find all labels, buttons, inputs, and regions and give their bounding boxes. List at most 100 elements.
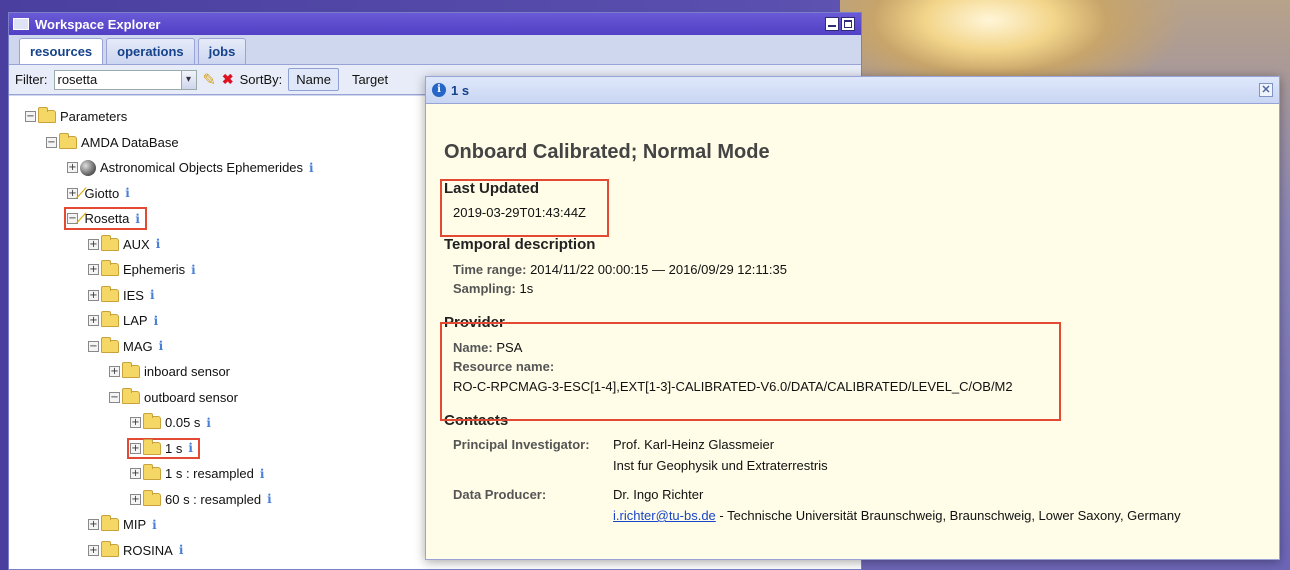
tree-node-label: inboard sensor [144,364,230,380]
tab-jobs[interactable]: jobs [197,38,247,64]
expand-toggle-icon[interactable]: + [88,264,99,276]
info-icon[interactable]: i [154,314,159,328]
folder-icon [101,540,119,557]
close-button[interactable]: ✕ [1259,83,1273,97]
info-icon[interactable]: i [206,416,211,430]
filter-input[interactable]: rosetta [53,69,182,90]
clear-filter-icon[interactable]: ✖ [222,71,234,88]
folder-icon [122,387,140,404]
explorer-titlebar[interactable]: Workspace Explorer [9,13,861,35]
edit-filter-icon[interactable]: ✎ [203,70,216,90]
pi-label: Principal Investigator: [453,437,590,452]
sort-name-button[interactable]: Name [288,68,339,91]
tree-node-label: IES [123,287,144,303]
dp-email-link[interactable]: i.richter@tu-bs.de [613,508,716,523]
info-icon[interactable]: i [159,339,164,353]
expand-toggle-icon[interactable]: + [130,417,141,429]
info-icon[interactable]: i [156,237,161,251]
sampling-label: Sampling: [453,281,516,296]
tree-node-label: Giotto [84,185,120,201]
globe-icon [80,159,96,176]
expand-toggle-icon[interactable]: + [130,442,141,454]
folder-icon [143,464,161,481]
expand-toggle-icon[interactable]: − [67,213,78,225]
tree-node-label: MAG [123,338,153,354]
tab-resources[interactable]: resources [19,38,104,64]
info-icon[interactable]: i [150,288,155,302]
tree-node-label: AMDA DataBase [81,134,179,150]
sortby-label: SortBy: [239,72,283,87]
tree-node-label: Astronomical Objects Ephemerides [100,160,304,176]
temporal-section: Temporal description Time range: 2014/11… [444,236,1263,296]
info-icon[interactable]: i [191,263,196,277]
highlight-box-provider [440,322,1061,421]
sampling-value: 1s [519,281,534,296]
info-icon[interactable]: i [188,441,193,455]
folder-icon [143,489,161,506]
explorer-title: Workspace Explorer [35,16,161,32]
expand-toggle-icon[interactable]: − [109,391,120,403]
time-range-label: Time range: [453,262,527,277]
folder-icon [143,438,161,455]
info-icon[interactable]: i [179,543,184,557]
popup-heading: Onboard Calibrated; Normal Mode [444,141,770,163]
folder-icon [59,132,77,149]
expand-toggle-icon[interactable]: + [109,366,120,378]
folder-icon [101,234,119,251]
tree-node-label: 60 s : resampled [165,491,262,507]
expand-toggle-icon[interactable]: + [67,187,78,199]
explorer-tabs: resources operations jobs [9,35,861,65]
dp-label: Data Producer: [453,487,547,502]
highlight-box-last-updated [440,179,609,237]
tree-node-label: outboard sensor [144,389,238,405]
info-icon[interactable]: i [267,492,272,506]
tree-node-label: 1 s [165,440,183,456]
folder-icon [101,260,119,277]
minimize-button[interactable] [825,17,839,31]
maximize-button[interactable] [841,17,855,31]
folder-icon [38,107,56,124]
info-popup: i 1 s ✕ Onboard Calibrated; Normal Mode … [425,76,1280,560]
folder-icon [101,285,119,302]
expand-toggle-icon[interactable]: + [88,289,99,301]
tree-node-label: LAP [123,313,148,329]
info-icon[interactable]: i [125,186,130,200]
contacts-table: Principal Investigator: Prof. Karl-Heinz… [453,435,1187,525]
popup-header[interactable]: i 1 s ✕ [426,77,1279,104]
folder-icon [143,413,161,430]
expand-toggle-icon[interactable]: + [88,238,99,250]
info-icon: i [432,83,446,97]
expand-toggle-icon[interactable]: + [67,162,78,174]
tree-node-label: Parameters [60,109,128,125]
dp-affiliation: - Technische Universität Braunschweig, B… [715,508,1181,523]
time-range-value: 2014/11/22 00:00:15 — 2016/09/29 12:11:3… [530,262,787,277]
expand-toggle-icon[interactable]: − [25,111,36,123]
tree-node-label: AUX [123,236,150,252]
expand-toggle-icon[interactable]: + [88,544,99,556]
expand-toggle-icon[interactable]: + [130,493,141,505]
folder-icon [101,311,119,328]
expand-toggle-icon[interactable]: + [88,315,99,327]
filter-label: Filter: [15,72,48,87]
pi-name: Prof. Karl-Heinz Glassmeier [613,437,775,452]
expand-toggle-icon[interactable]: − [46,136,57,148]
info-icon[interactable]: i [260,467,265,481]
window-icon [13,18,29,30]
info-icon[interactable]: i [309,161,314,175]
info-icon[interactable]: i [152,518,157,532]
expand-toggle-icon[interactable]: + [88,519,99,531]
info-icon[interactable]: i [135,212,140,226]
tree-node-label: 0.05 s [165,415,201,431]
temporal-header: Temporal description [444,236,596,253]
tree-node-label: ROSINA [123,542,173,558]
folder-icon [101,515,119,532]
filter-dropdown-button[interactable]: ▾ [180,69,197,90]
tab-operations[interactable]: operations [106,38,195,64]
expand-toggle-icon[interactable]: − [88,340,99,352]
pi-affiliation: Inst fur Geophysik und Extraterrestris [613,458,828,473]
tree-node-label: 1 s : resampled [165,466,254,482]
sort-target-button[interactable]: Target [345,69,395,90]
expand-toggle-icon[interactable]: + [130,468,141,480]
tree-node-label: Rosetta [84,211,130,227]
folder-icon [101,336,119,353]
